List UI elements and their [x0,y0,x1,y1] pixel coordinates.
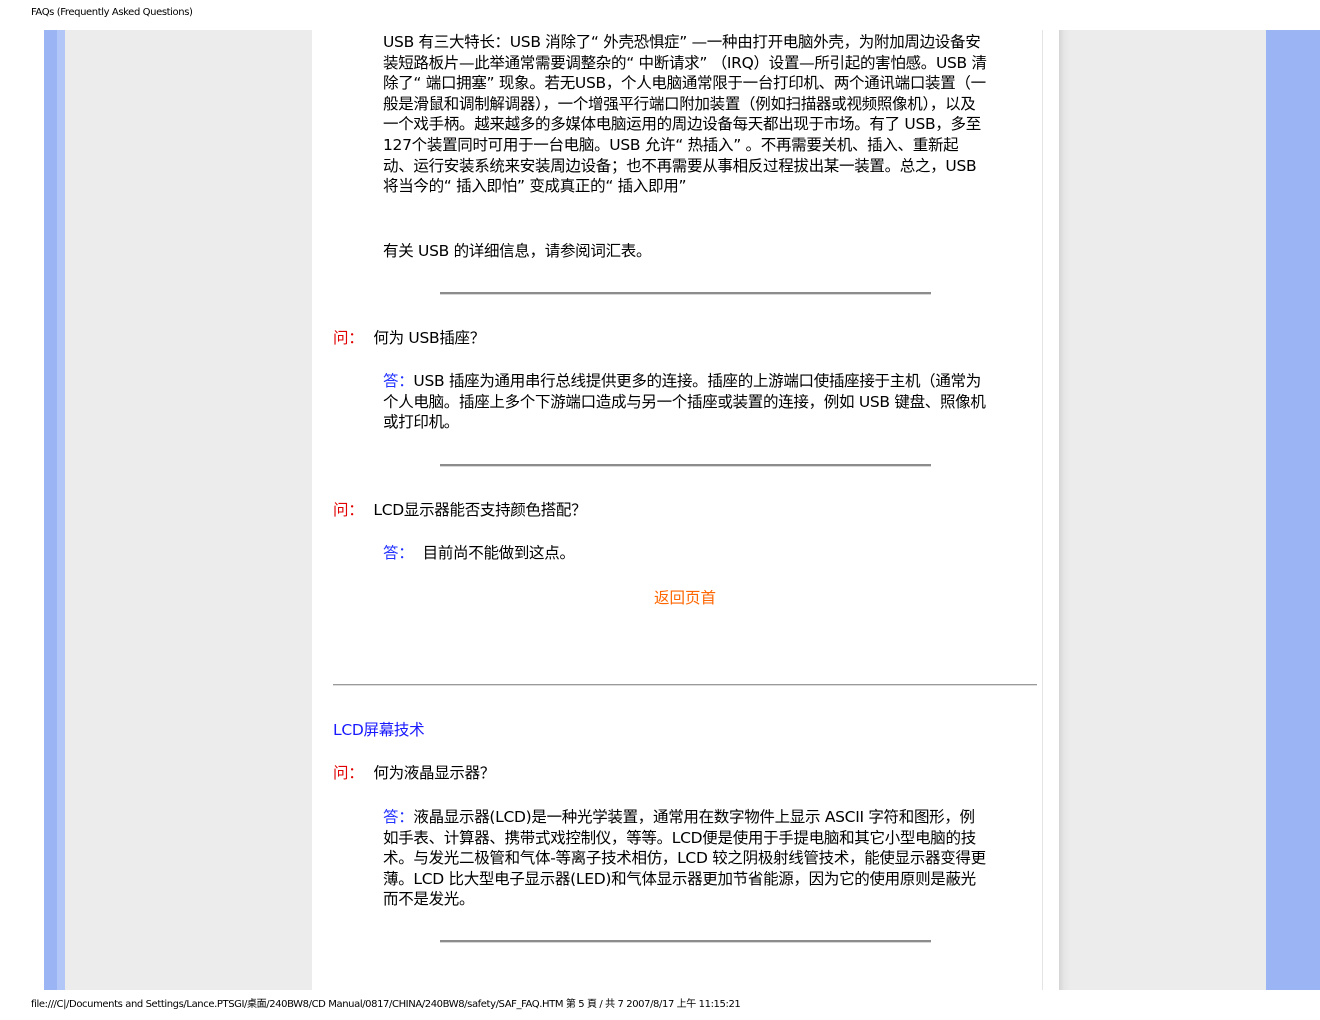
left-light-blue-bar [57,30,65,990]
answer-text: 目前尚不能做到这点。 [413,544,575,562]
question-text: 何为 USB插座？ [373,329,485,347]
usb-more-info: 有关 USB 的详细信息，请参阅词汇表。 [383,241,988,262]
question-label: 问： [333,764,364,782]
divider [440,292,931,295]
usb-more-info-text: 有关 USB 的详细信息，请参阅词汇表。 [383,242,652,260]
question-usb-hub: 问： 何为 USB插座？ [333,328,485,348]
answer-text: 液晶显示器(LCD)是一种光学装置，通常用在数字物件上显示 ASCII 字符和图… [383,808,986,909]
question-text: LCD显示器能否支持颜色搭配？ [373,501,587,519]
answer-usb-hub: 答：USB 插座为通用串行总线提供更多的连接。插座的上游端口使插座接于主机（通常… [383,371,988,433]
answer-label: 答： [383,808,414,826]
answer-what-is-lcd: 答：液晶显示器(LCD)是一种光学装置，通常用在数字物件上显示 ASCII 字符… [383,807,988,910]
question-color-matching: 问： LCD显示器能否支持颜色搭配？ [333,500,587,520]
divider [440,464,931,467]
question-text: 何为液晶显示器？ [373,764,496,782]
question-what-is-lcd: 问： 何为液晶显示器？ [333,763,495,783]
left-grey-panel [65,30,312,990]
divider [440,940,931,943]
page-footer-path: file:///C|/Documents and Settings/Lance.… [31,999,741,1010]
section-divider [333,684,1037,686]
content-right-edge [1042,30,1043,990]
page-header-title: FAQs (Frequently Asked Questions) [31,7,193,18]
back-to-top-link[interactable]: 返回页首 [654,586,716,608]
answer-label: 答： [383,544,414,562]
section-title-lcd-technology: LCD屏幕技术 [333,721,425,739]
question-label: 问： [333,501,364,519]
question-label: 问： [333,329,364,347]
answer-label: 答： [383,372,414,390]
right-grey-panel [1059,30,1266,990]
usb-features-paragraph: USB 有三大特长：USB 消除了“ 外壳恐惧症” —一种由打开电脑外壳，为附加… [383,33,987,196]
answer-color-matching: 答： 目前尚不能做到这点。 [383,543,988,564]
right-blue-bar [1266,30,1320,990]
answer-text: USB 插座为通用串行总线提供更多的连接。插座的上游端口使插座接于主机（通常为个… [383,372,986,432]
left-blue-bar [44,30,57,990]
